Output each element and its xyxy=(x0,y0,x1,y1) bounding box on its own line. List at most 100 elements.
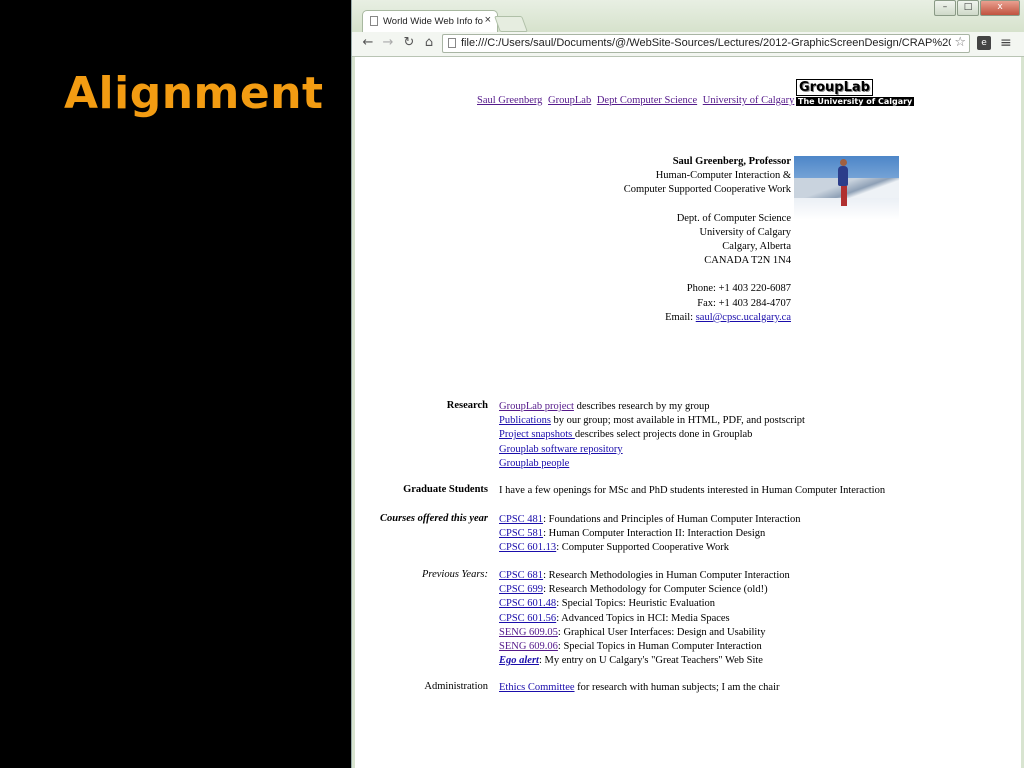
reload-icon[interactable]: ↻ xyxy=(401,35,417,51)
slide-title: Alignment xyxy=(64,68,324,119)
graduate-label: Graduate Students xyxy=(403,484,488,495)
minimize-button[interactable]: – xyxy=(934,0,956,16)
web-page: Saul Greenberg GroupLab Dept Computer Sc… xyxy=(355,57,1021,768)
list-item: Grouplab people xyxy=(499,457,805,471)
maximize-button[interactable]: □ xyxy=(957,0,979,16)
item-text: : Computer Supported Cooperative Work xyxy=(556,542,729,554)
list-item: SENG 609.06: Special Topics in Human Com… xyxy=(499,640,790,654)
new-tab-button[interactable] xyxy=(494,16,528,32)
courses-list: CPSC 481: Foundations and Principles of … xyxy=(499,513,801,556)
administration-label: Administration xyxy=(424,681,488,692)
list-item: CPSC 581: Human Computer Interaction II:… xyxy=(499,527,801,541)
page-icon xyxy=(448,38,456,48)
course-link[interactable]: CPSC 601.13 xyxy=(499,542,556,553)
menu-icon[interactable]: ≡ xyxy=(1000,35,1012,51)
course-link[interactable]: CPSC 601.48 xyxy=(499,598,556,609)
item-text: for research with human subjects; I am t… xyxy=(574,682,780,693)
extension-icon[interactable]: e xyxy=(977,36,991,50)
list-item: Grouplab software repository xyxy=(499,443,805,457)
item-text: : Special Topics in Human Computer Inter… xyxy=(557,641,762,653)
item-text: by our group; most available in HTML, PD… xyxy=(550,415,805,427)
nav-link-grouplab[interactable]: GroupLab xyxy=(548,95,591,106)
course-link[interactable]: CPSC 699 xyxy=(499,584,543,595)
grouplab-people-link[interactable]: Grouplab people xyxy=(499,458,569,469)
nav-link-university-of-calgary[interactable]: University of Calgary xyxy=(703,95,795,106)
tab-title: World Wide Web Info for S xyxy=(383,16,483,27)
ego-alert-link[interactable]: Ego alert xyxy=(499,655,539,666)
email-label: Email: xyxy=(665,311,696,323)
bookmark-star-icon[interactable]: ☆ xyxy=(954,35,966,50)
course-link[interactable]: SENG 609.06 xyxy=(499,641,558,652)
course-link[interactable]: CPSC 681 xyxy=(499,570,543,581)
contact-block: Saul Greenberg, Professor Human-Computer… xyxy=(624,155,791,325)
address-line: Calgary, Alberta xyxy=(722,241,791,253)
email-link[interactable]: saul@cpsc.ucalgary.ca xyxy=(696,312,791,323)
list-item: CPSC 699: Research Methodology for Compu… xyxy=(499,583,790,597)
list-item: Publications by our group; most availabl… xyxy=(499,414,805,428)
item-text: : Human Computer Interaction II: Interac… xyxy=(543,528,766,540)
grouplab-logo[interactable]: GroupLab The University of Calgary xyxy=(796,79,915,106)
research-list: GroupLab project describes research by m… xyxy=(499,400,805,471)
list-item: Ego alert: My entry on U Calgary's "Grea… xyxy=(499,654,790,668)
browser-window: World Wide Web Info for S × – □ x ← → ↻ … xyxy=(351,0,1024,768)
item-text: describes research by my group xyxy=(573,401,710,412)
close-button[interactable]: x xyxy=(980,0,1020,16)
administration-row: Ethics Committee for research with human… xyxy=(499,681,780,695)
item-text: : Research Methodologies in Human Comput… xyxy=(543,570,790,581)
nav-link-dept-computer-science[interactable]: Dept Computer Science xyxy=(597,95,697,106)
url-text[interactable]: file:///C:/Users/saul/Documents/@/WebSit… xyxy=(461,37,951,49)
item-text: : Foundations and Principles of Human Co… xyxy=(543,514,801,525)
list-item: GroupLab project describes research by m… xyxy=(499,400,805,414)
contact-line: Human-Computer Interaction & xyxy=(655,170,791,182)
item-text: describes select projects done in Groupl… xyxy=(574,429,753,441)
top-navigation: Saul Greenberg GroupLab Dept Computer Sc… xyxy=(477,95,797,106)
address-line: Dept. of Computer Science xyxy=(676,212,791,224)
list-item: CPSC 681: Research Methodologies in Huma… xyxy=(499,569,790,583)
contact-line: Computer Supported Cooperative Work xyxy=(623,184,791,196)
list-item: CPSC 481: Foundations and Principles of … xyxy=(499,513,801,527)
item-text: : Graphical User Interfaces: Design and … xyxy=(557,626,766,638)
courses-label: Courses offered this year xyxy=(379,513,488,524)
browser-toolbar: ← → ↻ ⌂ file:///C:/Users/saul/Documents/… xyxy=(352,32,1024,57)
list-item: CPSC 601.48: Special Topics: Heuristic E… xyxy=(499,597,790,611)
list-item: SENG 609.05: Graphical User Interfaces: … xyxy=(499,626,790,640)
list-item: CPSC 601.56: Advanced Topics in HCI: Med… xyxy=(499,612,790,626)
nav-link-saul-greenberg[interactable]: Saul Greenberg xyxy=(477,95,542,106)
course-link[interactable]: CPSC 481 xyxy=(499,514,543,525)
previous-list: CPSC 681: Research Methodologies in Huma… xyxy=(499,569,790,668)
previous-years-label: Previous Years: xyxy=(421,569,488,580)
address-line: CANADA T2N 1N4 xyxy=(704,255,791,267)
home-icon[interactable]: ⌂ xyxy=(421,35,437,51)
browser-tab[interactable]: World Wide Web Info for S × xyxy=(362,10,498,32)
project-snapshots-link[interactable]: Project snapshots xyxy=(499,429,575,440)
profile-photo xyxy=(794,156,899,220)
back-icon[interactable]: ← xyxy=(360,35,376,51)
window-controls: – □ x xyxy=(933,0,1020,16)
page-icon xyxy=(370,16,378,26)
item-text: : Advanced Topics in HCI: Media Spaces xyxy=(556,612,730,624)
research-label: Research xyxy=(446,400,488,411)
course-link[interactable]: CPSC 601.56 xyxy=(499,613,556,624)
title-bar: World Wide Web Info for S × – □ x xyxy=(352,0,1024,32)
logo-text: GroupLab xyxy=(796,79,873,96)
software-repository-link[interactable]: Grouplab software repository xyxy=(499,444,623,455)
address-line: University of Calgary xyxy=(699,226,791,238)
item-text: : Research Methodology for Computer Scie… xyxy=(543,584,768,596)
logo-subtext: The University of Calgary xyxy=(796,97,915,106)
forward-icon[interactable]: → xyxy=(380,35,396,51)
grouplab-project-link[interactable]: GroupLab project xyxy=(499,401,574,412)
course-link[interactable]: CPSC 581 xyxy=(499,528,543,539)
ethics-committee-link[interactable]: Ethics Committee xyxy=(499,682,575,693)
item-text: : My entry on U Calgary's "Great Teacher… xyxy=(538,655,763,667)
item-text: : Special Topics: Heuristic Evaluation xyxy=(556,598,716,610)
course-link[interactable]: SENG 609.05 xyxy=(499,627,558,638)
graduate-text: I have a few openings for MSc and PhD st… xyxy=(499,485,886,496)
fax: Fax: +1 403 284-4707 xyxy=(697,297,791,309)
list-item: Project snapshots describes select proje… xyxy=(499,428,805,442)
phone: Phone: +1 403 220-6087 xyxy=(686,283,791,295)
publications-link[interactable]: Publications xyxy=(499,415,551,426)
address-bar[interactable]: file:///C:/Users/saul/Documents/@/WebSit… xyxy=(442,34,970,53)
email-row: Email: saul@cpsc.ucalgary.ca xyxy=(624,311,791,325)
contact-name: Saul Greenberg, Professor xyxy=(672,156,791,167)
tab-close-icon[interactable]: × xyxy=(485,14,491,26)
